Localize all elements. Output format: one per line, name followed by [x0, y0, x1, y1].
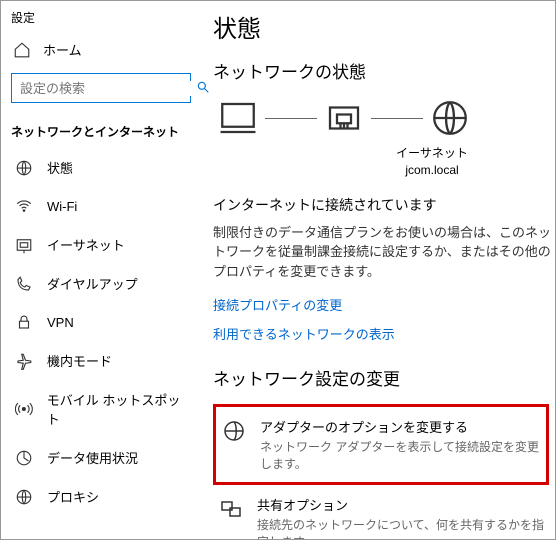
sidebar-item-dialup[interactable]: ダイヤルアップ [1, 264, 201, 303]
proxy-icon [15, 488, 33, 506]
nav-label: データ使用状況 [47, 448, 138, 467]
page-title: 状態 [213, 9, 555, 44]
connection-line [371, 118, 423, 119]
app-title: 設定 [1, 7, 201, 32]
network-status-heading: ネットワークの状態 [213, 58, 555, 83]
home-label: ホーム [43, 40, 82, 59]
ethernet-diagram-icon [323, 97, 365, 139]
sidebar-item-wifi[interactable]: Wi-Fi [1, 187, 201, 225]
option-desc: 接続先のネットワークについて、何を共有するかを指定します。 [257, 516, 549, 539]
connected-text: インターネットに接続されています [213, 195, 555, 215]
domain-label: jcom.local [309, 162, 555, 179]
main-content: 状態 ネットワークの状態 イーサネット jcom.local インターネットに接… [201, 1, 555, 539]
sidebar-item-datausage[interactable]: データ使用状況 [1, 438, 201, 477]
nav-label: モバイル ホットスポット [47, 390, 191, 428]
dialup-icon [15, 275, 33, 293]
change-settings-heading: ネットワーク設定の変更 [213, 365, 555, 390]
globe-diagram-icon [429, 97, 471, 139]
nav-label: Wi-Fi [47, 199, 77, 214]
data-usage-icon [15, 449, 33, 467]
option-sharing[interactable]: 共有オプション 接続先のネットワークについて、何を共有するかを指定します。 [213, 485, 555, 539]
sidebar-item-proxy[interactable]: プロキシ [1, 477, 201, 516]
airplane-icon [15, 352, 33, 370]
globe-icon [15, 159, 33, 177]
search-input[interactable] [11, 73, 191, 103]
option-title: 共有オプション [257, 495, 549, 514]
sidebar-item-hotspot[interactable]: モバイル ホットスポット [1, 380, 201, 438]
wifi-icon [15, 197, 33, 215]
computer-icon [217, 97, 259, 139]
option-desc: ネットワーク アダプターを表示して接続設定を変更します。 [260, 438, 540, 472]
vpn-icon [15, 313, 33, 331]
sidebar-item-airplane[interactable]: 機内モード [1, 341, 201, 380]
search-field[interactable] [20, 81, 196, 96]
sharing-icon [219, 497, 243, 521]
home-icon [13, 41, 31, 59]
link-connection-properties[interactable]: 接続プロパティの変更 [213, 295, 555, 314]
ethernet-label: イーサネット [309, 145, 555, 162]
nav-label: 機内モード [47, 351, 112, 370]
sidebar-item-status[interactable]: 状態 [1, 148, 201, 187]
diagram-labels: イーサネット jcom.local [309, 145, 555, 179]
nav-label: 状態 [47, 158, 73, 177]
sidebar-item-ethernet[interactable]: イーサネット [1, 225, 201, 264]
sidebar-section-title: ネットワークとインターネット [1, 113, 201, 148]
sidebar: 設定 ホーム ネットワークとインターネット 状態 Wi-Fi イーサネット ダイ… [1, 1, 201, 539]
nav-label: ダイヤルアップ [47, 274, 138, 293]
hotspot-icon [15, 400, 33, 418]
home-button[interactable]: ホーム [1, 32, 201, 67]
metered-description: 制限付きのデータ通信プランをお使いの場合は、このネットワークを従量制課金接続に設… [213, 223, 555, 282]
ethernet-icon [15, 236, 33, 254]
connection-line [265, 118, 317, 119]
link-available-networks[interactable]: 利用できるネットワークの表示 [213, 324, 555, 343]
sidebar-item-vpn[interactable]: VPN [1, 303, 201, 341]
nav-label: イーサネット [47, 235, 125, 254]
network-diagram [217, 97, 555, 139]
option-title: アダプターのオプションを変更する [260, 417, 540, 436]
nav-label: プロキシ [47, 487, 99, 506]
nav-label: VPN [47, 315, 74, 330]
adapter-icon [222, 419, 246, 443]
option-adapter-settings[interactable]: アダプターのオプションを変更する ネットワーク アダプターを表示して接続設定を変… [213, 404, 549, 485]
